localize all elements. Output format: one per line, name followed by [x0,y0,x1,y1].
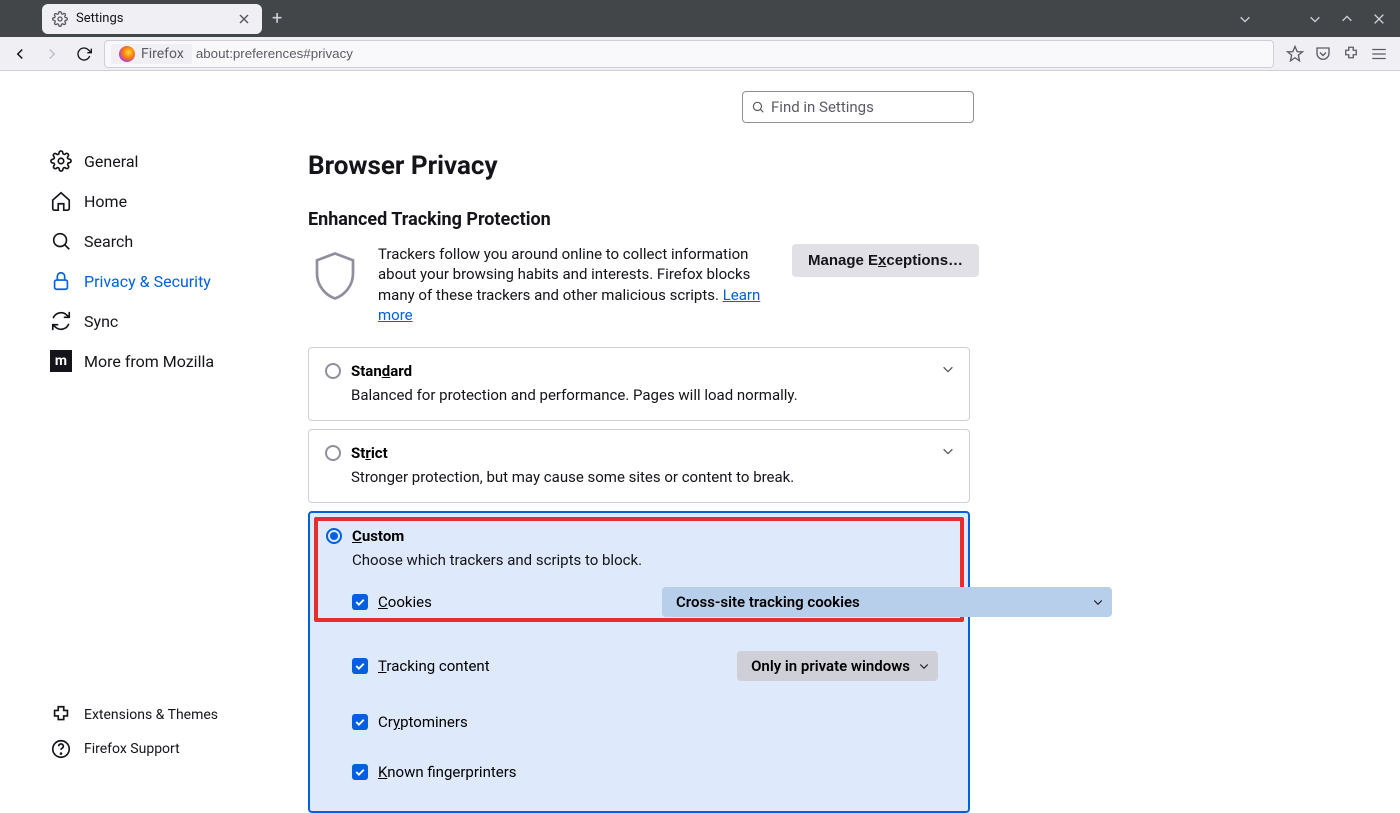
section-heading: Enhanced Tracking Protection [308,209,1400,230]
sidebar-item-general[interactable]: General [44,141,290,181]
sidebar-item-home[interactable]: Home [44,181,290,221]
chevron-down-icon[interactable] [1238,12,1252,26]
star-icon[interactable] [1286,45,1304,63]
etp-card-custom[interactable]: Custom Choose which trackers and scripts… [308,511,970,813]
identity-box[interactable]: Firefox [111,44,192,64]
identity-label: Firefox [141,46,184,62]
url-bar[interactable]: Firefox [104,40,1274,68]
checkbox-cookies[interactable] [352,594,368,610]
option-fingerprinters-label: Known fingerprinters [378,763,517,781]
preferences-page: General Home Search Privacy & Security S… [0,71,1400,788]
window-close-icon[interactable] [1372,12,1386,26]
settings-search[interactable]: Find in Settings [742,91,974,123]
tab-title: Settings [76,11,228,26]
card-desc: Balanced for protection and performance.… [351,386,953,404]
sidebar-item-label: Home [84,192,127,211]
sync-icon [50,310,72,332]
sidebar-item-label: General [84,152,138,171]
checkbox-fingerprinters[interactable] [352,764,368,780]
radio-standard[interactable] [325,363,341,379]
puzzle-icon [50,704,72,726]
search-icon [50,230,72,252]
browser-tab[interactable]: Settings [42,4,262,34]
gear-icon [52,11,68,27]
sidebar-item-sync[interactable]: Sync [44,301,290,341]
chevron-down-icon[interactable] [1308,12,1322,26]
etp-card-standard[interactable]: Standard Balanced for protection and per… [308,347,970,421]
cookies-select[interactable]: Cross-site tracking cookies [662,587,1112,617]
menu-icon[interactable] [1370,45,1388,63]
reload-button[interactable] [72,42,96,66]
radio-custom[interactable] [326,528,342,544]
tracking-select[interactable]: Only in private windows [737,651,938,681]
lock-icon [50,270,72,292]
home-icon [50,190,72,212]
page-title: Browser Privacy [308,151,1400,181]
search-icon [751,100,765,114]
back-button[interactable] [8,42,32,66]
checkbox-cryptominers[interactable] [352,714,368,730]
checkbox-tracking[interactable] [352,658,368,674]
chevron-down-icon [1092,596,1104,608]
sidebar-item-label: Firefox Support [84,741,180,757]
preferences-sidebar: General Home Search Privacy & Security S… [0,71,290,788]
firefox-icon [119,46,135,62]
card-desc: Stronger protection, but may cause some … [351,468,953,486]
browser-titlebar: Settings + [0,0,1400,37]
card-desc: Choose which trackers and scripts to blo… [352,551,952,569]
browser-toolbar: Firefox [0,37,1400,71]
sidebar-item-label: Sync [84,312,118,331]
shield-icon [308,244,362,308]
sidebar-item-privacy[interactable]: Privacy & Security [44,261,290,301]
sidebar-item-label: More from Mozilla [84,352,214,371]
sidebar-item-extensions[interactable]: Extensions & Themes [44,698,290,732]
sidebar-item-support[interactable]: Firefox Support [44,732,290,766]
sidebar-item-mozilla[interactable]: m More from Mozilla [44,341,290,381]
forward-button[interactable] [40,42,64,66]
etp-card-strict[interactable]: Strict Stronger protection, but may caus… [308,429,970,503]
close-icon[interactable] [236,11,252,27]
sidebar-item-search[interactable]: Search [44,221,290,261]
chevron-down-icon [918,660,930,672]
search-placeholder: Find in Settings [771,98,874,116]
sidebar-item-label: Extensions & Themes [84,707,218,723]
pocket-icon[interactable] [1314,45,1332,63]
option-cryptominers-label: Cryptominers [378,713,468,731]
help-icon [50,738,72,760]
gear-icon [50,150,72,172]
mozilla-icon: m [50,350,72,372]
chevron-up-icon[interactable] [1340,12,1354,26]
window-controls [1238,12,1394,26]
preferences-main: Find in Settings Browser Privacy Enhance… [290,71,1400,788]
option-tracking-label: Tracking content [378,657,490,675]
chevron-down-icon[interactable] [941,362,955,376]
extensions-icon[interactable] [1342,45,1360,63]
etp-description: Trackers follow you around online to col… [378,244,768,325]
url-input[interactable] [196,46,1267,61]
option-cookies-label: Cookies [378,593,432,611]
manage-exceptions-button[interactable]: Manage Exceptions… [792,244,979,277]
sidebar-item-label: Privacy & Security [84,272,211,291]
chevron-down-icon[interactable] [941,444,955,458]
new-tab-button[interactable]: + [272,8,282,29]
radio-strict[interactable] [325,445,341,461]
sidebar-item-label: Search [84,232,133,251]
